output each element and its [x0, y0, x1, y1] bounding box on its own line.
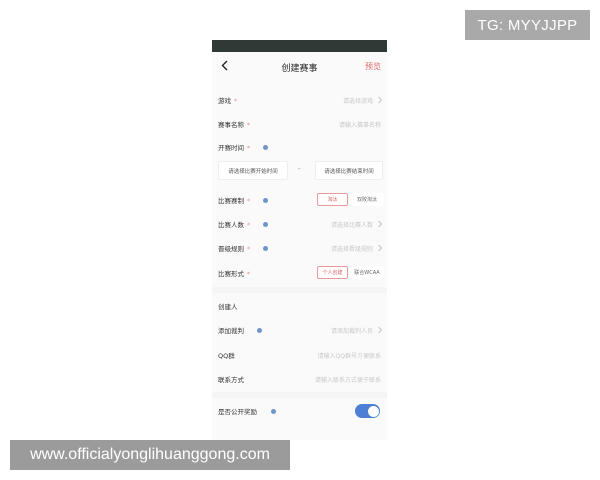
advance-select[interactable]: 请选择晋级规则: [331, 244, 373, 253]
format-option-knockout[interactable]: 淘汰: [317, 193, 348, 206]
form-row-advance[interactable]: 晋级规则 * 请选择晋级规则: [212, 240, 387, 256]
url-watermark: www.officialyonglihuanggong.com: [10, 440, 290, 470]
format-option-double-elimination[interactable]: 双败淘汰: [350, 193, 384, 206]
section-divider: [212, 287, 387, 293]
info-icon[interactable]: [263, 144, 268, 150]
mode-option-joint-wcaa[interactable]: 联合WCAA: [350, 266, 384, 279]
nav-bar: 创建赛事 预览: [212, 52, 387, 80]
info-icon[interactable]: [263, 197, 268, 203]
form-row-creator: 创建人: [212, 298, 387, 314]
mode-option-personal[interactable]: 个人创建: [317, 266, 348, 279]
qq-label: QQ群: [218, 352, 235, 360]
page-title: 创建赛事: [281, 64, 318, 74]
start-time-button[interactable]: 请选择比赛开始时间: [218, 161, 288, 180]
players-select[interactable]: 请选择比赛人数: [331, 220, 373, 229]
creator-label: 创建人: [218, 303, 238, 311]
info-icon[interactable]: [263, 221, 268, 227]
phone-screen: 创建赛事 预览 游戏 * 请选择游戏 赛事名称 * 请输入赛事名称 开赛时间 * 请选…: [212, 40, 387, 440]
referee-select[interactable]: 请添加裁判人员: [331, 326, 373, 335]
chevron-right-icon: [377, 96, 383, 104]
form-row-name[interactable]: 赛事名称 * 请输入赛事名称: [212, 116, 387, 132]
contact-input[interactable]: 请输入联系方式便于联系: [315, 375, 381, 384]
toggle-knob: [367, 405, 379, 417]
game-label: 游戏 *: [218, 97, 237, 105]
public-reward-label: 是否公开奖励: [218, 408, 257, 416]
referee-label: 添加裁判: [218, 327, 244, 335]
chevron-right-icon: [377, 326, 383, 334]
chevron-right-icon: [377, 244, 383, 252]
end-time-button[interactable]: 请选择比赛结束时间: [315, 161, 383, 180]
preview-button[interactable]: 预览: [365, 61, 381, 72]
name-input[interactable]: 请输入赛事名称: [339, 120, 381, 129]
form-row-contact[interactable]: 联系方式 请输入联系方式便于联系: [212, 371, 387, 387]
qq-input[interactable]: 请输入QQ群号方便联系: [318, 351, 381, 360]
form-row-time: 开赛时间 *: [212, 139, 387, 155]
contact-label: 联系方式: [218, 376, 244, 384]
info-icon[interactable]: [271, 408, 276, 414]
form-row-referee[interactable]: 添加裁判 请添加裁判人员: [212, 322, 387, 338]
name-label: 赛事名称 *: [218, 121, 250, 129]
chevron-right-icon: [377, 220, 383, 228]
time-separator: -: [298, 165, 301, 173]
form-row-players[interactable]: 比赛人数 * 请选择比赛人数: [212, 216, 387, 232]
time-label: 开赛时间 *: [218, 144, 250, 152]
status-bar: [212, 40, 387, 52]
form-row-qq[interactable]: QQ群 请输入QQ群号方便联系: [212, 347, 387, 363]
players-label: 比赛人数 *: [218, 221, 250, 229]
public-reward-toggle[interactable]: [355, 404, 380, 418]
advance-label: 晋级规则 *: [218, 245, 250, 253]
info-icon[interactable]: [257, 327, 262, 333]
format-label: 比赛赛制 *: [218, 197, 250, 205]
info-icon[interactable]: [263, 245, 268, 251]
game-select[interactable]: 请选择游戏: [343, 96, 373, 105]
tg-watermark: TG: MYYJJPP: [465, 10, 590, 40]
mode-label: 比赛形式 *: [218, 270, 250, 278]
form-row-game[interactable]: 游戏 * 请选择游戏: [212, 92, 387, 108]
section-divider: [212, 392, 387, 398]
